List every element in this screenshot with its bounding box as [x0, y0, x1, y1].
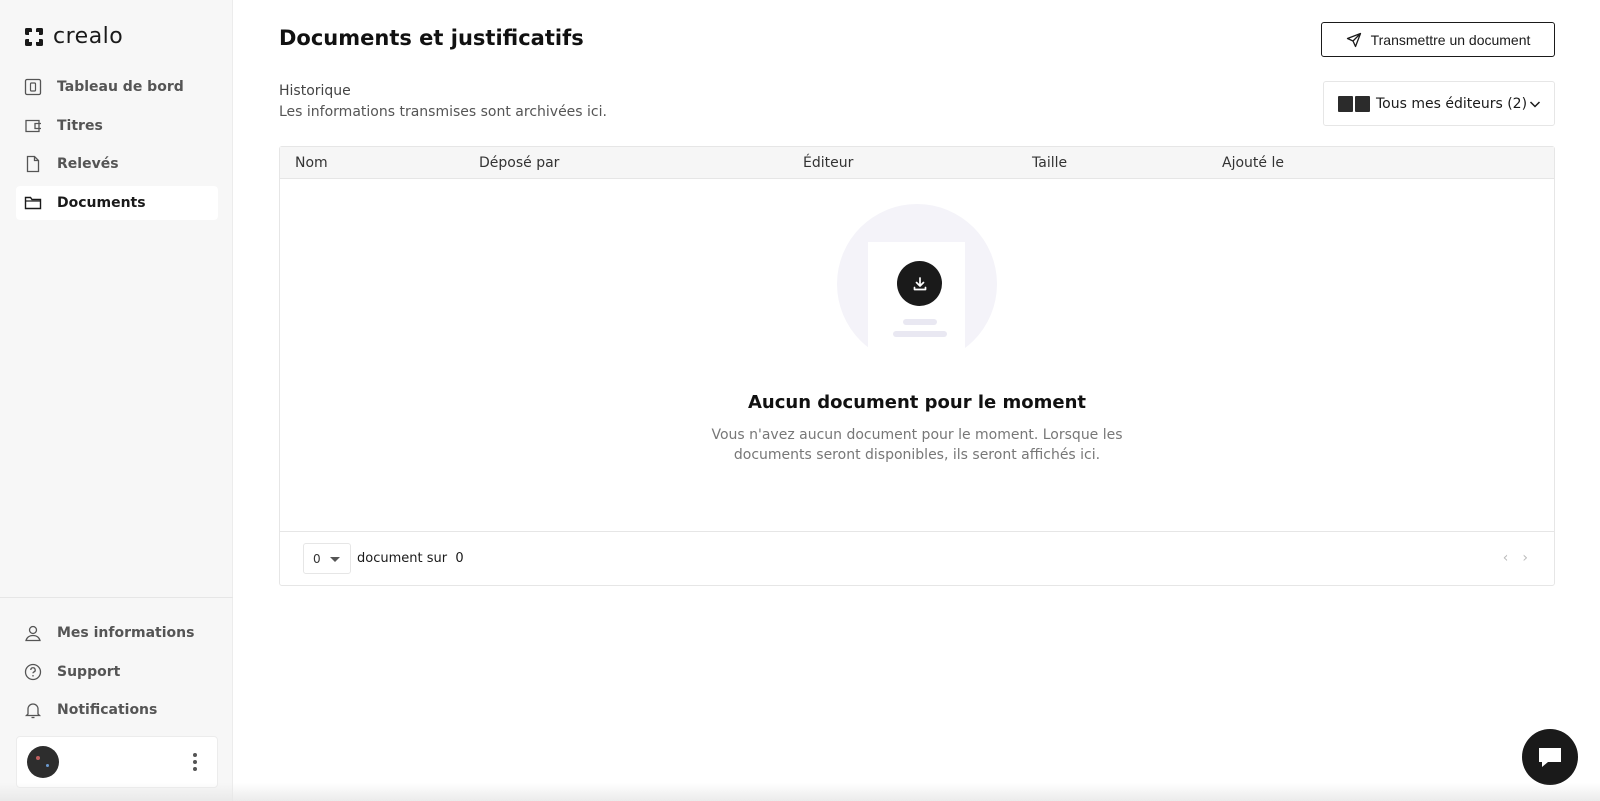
sidebar-item-mes-informations[interactable]: Mes informations: [16, 616, 218, 650]
dashboard-icon: [24, 78, 42, 96]
column-header-nom[interactable]: Nom: [295, 155, 328, 171]
page-size-select[interactable]: 0: [303, 543, 351, 574]
history-title: Historique: [279, 83, 351, 99]
crealo-logo-icon: [25, 27, 43, 46]
user-card[interactable]: [16, 736, 218, 788]
more-options-icon[interactable]: [187, 752, 203, 772]
empty-state-description: Vous n'avez aucun document pour le momen…: [711, 427, 1123, 463]
editor-logos: [1338, 95, 1370, 112]
sidebar-nav: Tableau de bord Titres Relevés Documents: [16, 70, 218, 224]
page-size-value: 0: [313, 551, 321, 566]
chat-bubble-icon: [1539, 748, 1561, 767]
wallet-icon: [24, 117, 42, 135]
sidebar-item-support[interactable]: Support: [16, 655, 218, 689]
brand-name: crealo: [53, 24, 124, 49]
chevron-down-icon: [1529, 100, 1541, 108]
editor-logo: [1355, 95, 1370, 112]
sidebar-item-titres[interactable]: Titres: [16, 109, 218, 143]
transmit-document-label: Transmettre un document: [1370, 31, 1531, 48]
sidebar-item-dashboard[interactable]: Tableau de bord: [16, 70, 218, 104]
sidebar-item-label: Documents: [57, 194, 146, 211]
column-header-depose-par[interactable]: Déposé par: [479, 155, 559, 171]
editor-filter-select[interactable]: Tous mes éditeurs (2): [1323, 81, 1555, 126]
download-icon: [897, 261, 942, 306]
document-count-label: document sur: [357, 551, 448, 566]
document-count-total: 0: [455, 551, 464, 566]
main-content: Documents et justificatifs Transmettre u…: [279, 0, 1555, 801]
documents-table: Nom Déposé par Éditeur Taille Ajouté le …: [279, 146, 1555, 586]
send-icon: [1346, 32, 1361, 47]
sidebar-item-notifications[interactable]: Notifications: [16, 693, 218, 727]
column-header-editeur[interactable]: Éditeur: [803, 155, 853, 171]
bell-icon: [24, 701, 42, 719]
sidebar-item-label: Mes informations: [57, 625, 195, 641]
chevron-right-icon[interactable]: ›: [1522, 550, 1528, 566]
empty-illustration: [837, 204, 997, 349]
pagination: ‹ ›: [1503, 550, 1528, 566]
avatar[interactable]: [27, 746, 59, 778]
history-subtitle: Les informations transmises sont archivé…: [279, 104, 607, 120]
document-count: document sur 0: [357, 551, 464, 566]
help-icon: [24, 663, 42, 681]
sidebar-item-label: Relevés: [57, 156, 119, 172]
sidebar-item-label: Tableau de bord: [57, 79, 184, 95]
sidebar: crealo Tableau de bord Titres Relevés Do…: [0, 0, 233, 801]
sidebar-item-releves[interactable]: Relevés: [16, 147, 218, 181]
app-root: crealo Tableau de bord Titres Relevés Do…: [0, 0, 1600, 801]
sidebar-item-documents[interactable]: Documents: [16, 185, 218, 220]
empty-state-title: Aucun document pour le moment: [747, 392, 1087, 413]
file-icon: [24, 155, 42, 173]
editor-logo: [1338, 95, 1353, 112]
user-icon: [24, 624, 42, 642]
folder-icon: [24, 194, 42, 212]
transmit-document-button[interactable]: Transmettre un document: [1321, 22, 1555, 57]
chat-button[interactable]: [1522, 729, 1578, 785]
column-header-taille[interactable]: Taille: [1032, 155, 1067, 171]
table-footer: 0 document sur 0 ‹ ›: [280, 531, 1554, 585]
column-header-ajoute-le[interactable]: Ajouté le: [1222, 155, 1284, 171]
chevron-left-icon[interactable]: ‹: [1503, 550, 1509, 566]
brand-logo[interactable]: crealo: [24, 24, 123, 49]
table-header: Nom Déposé par Éditeur Taille Ajouté le: [280, 147, 1554, 179]
caret-down-icon: [330, 557, 340, 562]
sidebar-bottom-nav: Mes informations Support Notifications: [16, 616, 218, 732]
sidebar-divider: [0, 597, 233, 598]
empty-state: Aucun document pour le moment Vous n'ave…: [280, 180, 1554, 528]
sidebar-item-label: Notifications: [57, 702, 158, 718]
page-title: Documents et justificatifs: [279, 26, 584, 50]
sidebar-item-label: Titres: [57, 117, 103, 134]
editor-filter-label: Tous mes éditeurs (2): [1376, 95, 1528, 112]
sidebar-item-label: Support: [57, 663, 121, 680]
